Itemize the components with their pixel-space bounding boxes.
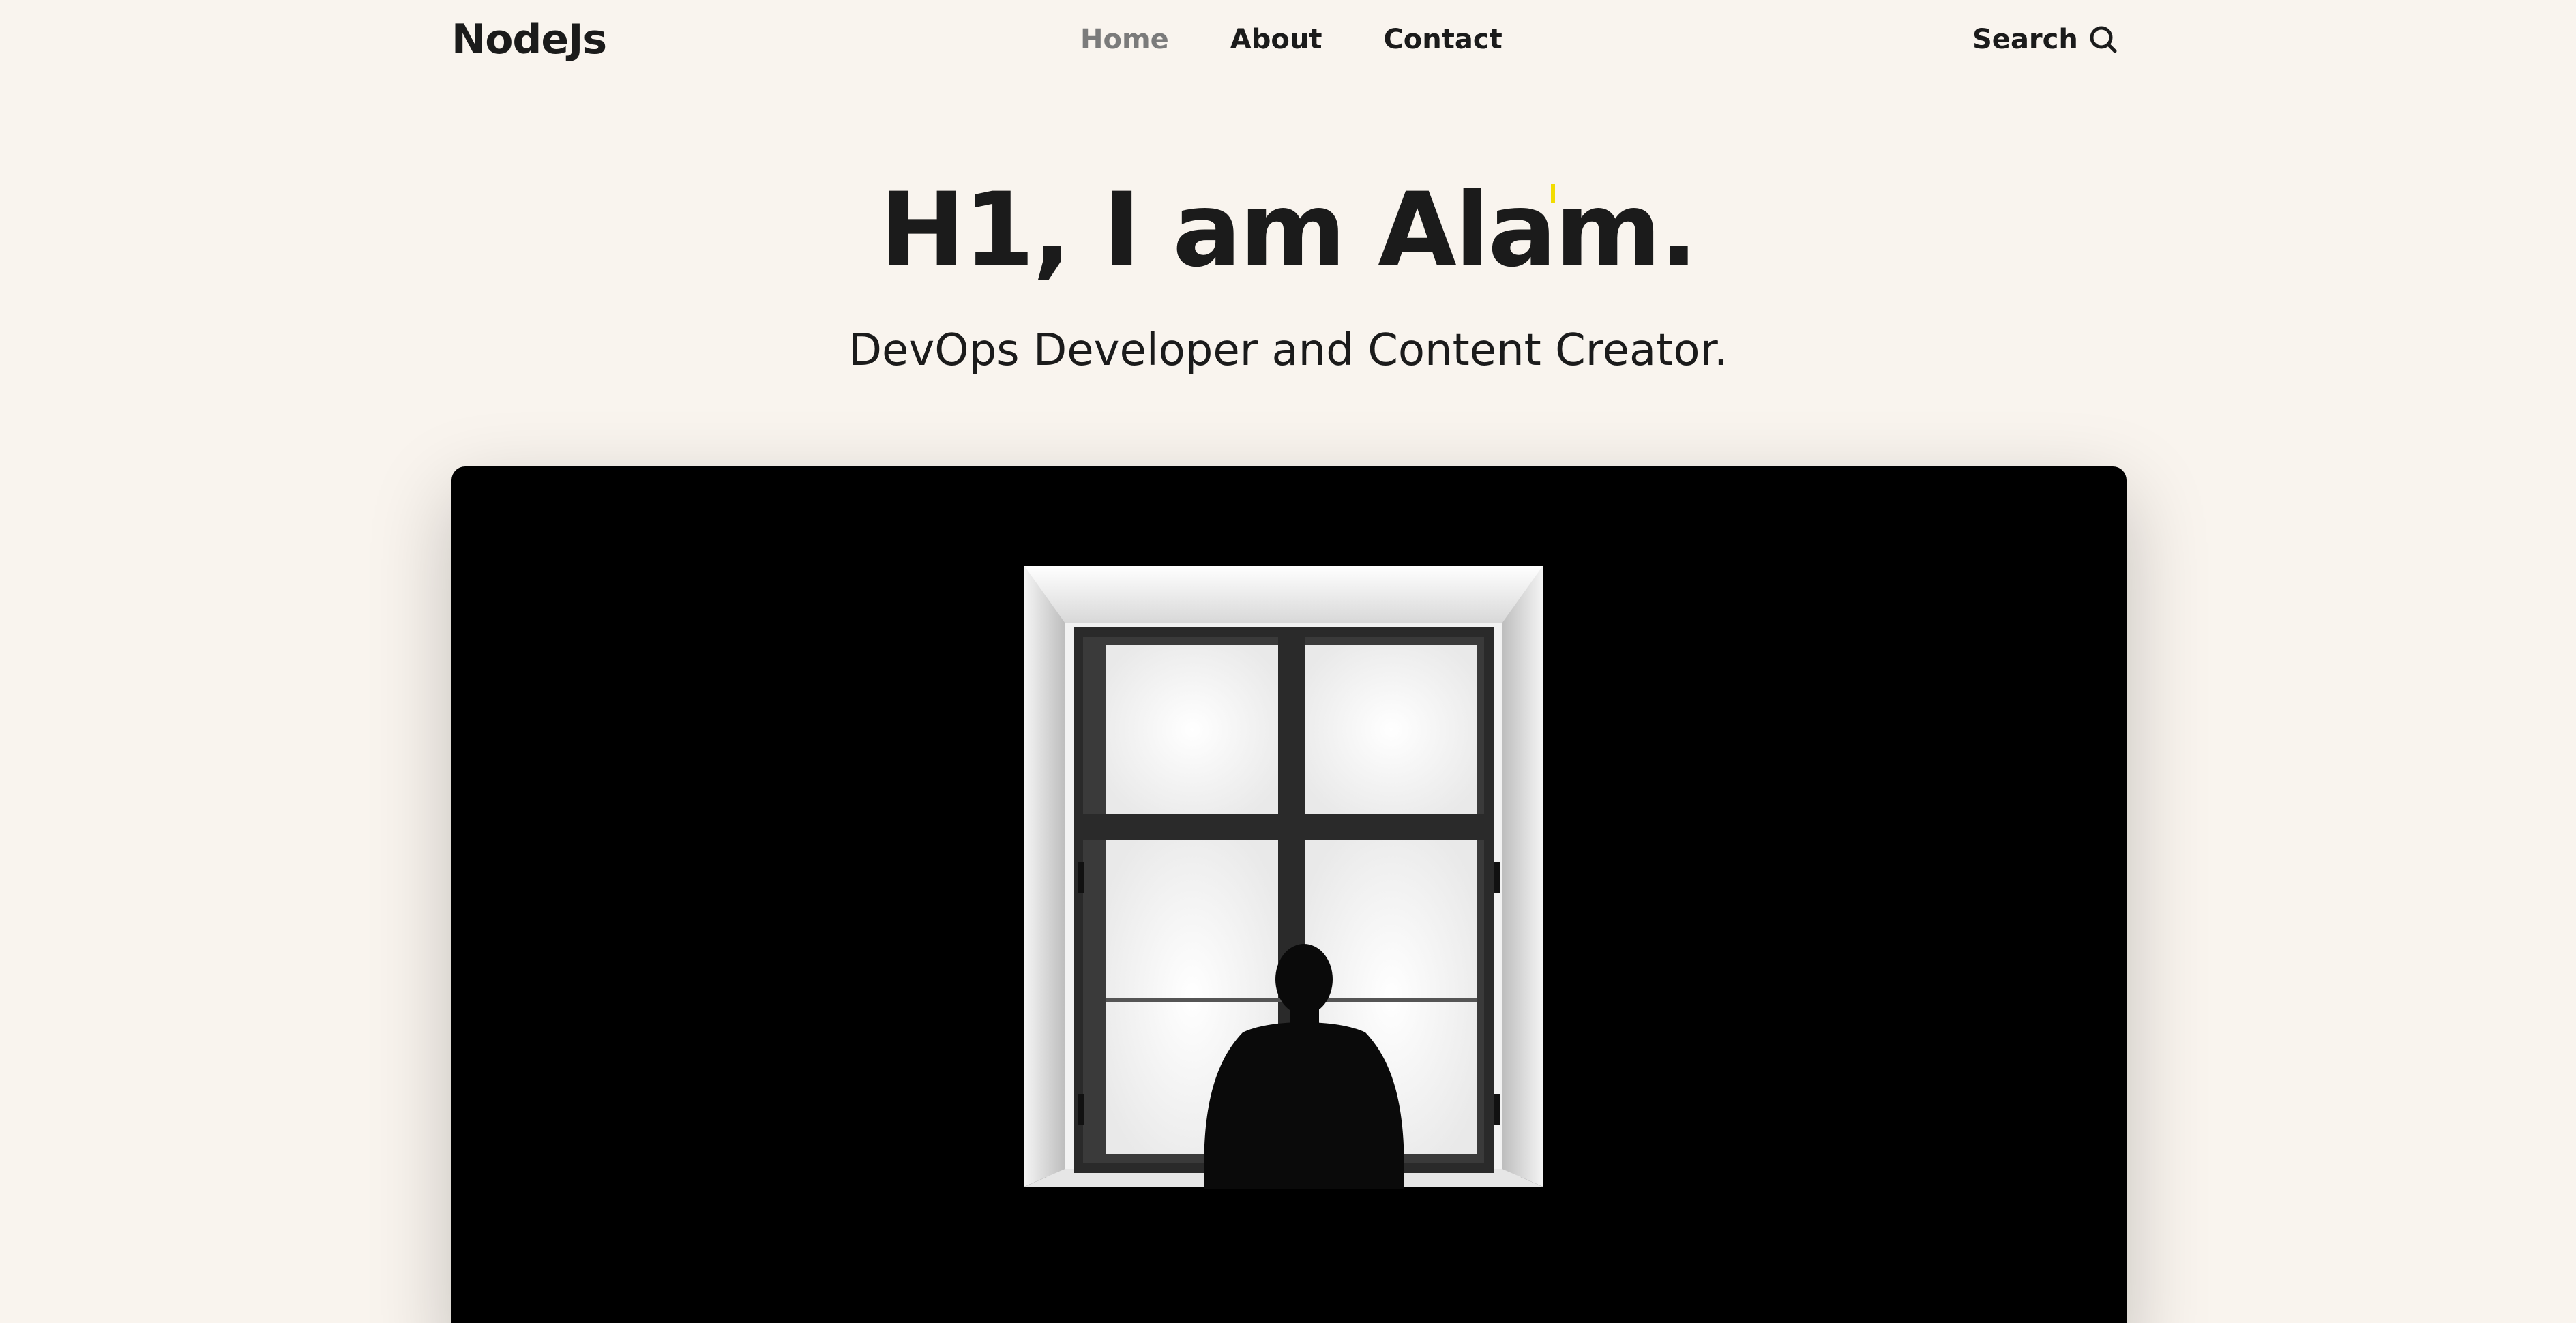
search-button[interactable]: Search — [1972, 18, 2119, 61]
main-nav: Home About Contact — [1080, 18, 1564, 61]
nav-item-about[interactable]: About — [1230, 18, 1322, 61]
site-logo[interactable]: NodeJs — [451, 12, 607, 67]
page: NodeJs Home About Contact Search H1, I a… — [0, 0, 2576, 1323]
search-icon — [2088, 24, 2119, 55]
site-header: NodeJs Home About Contact Search — [0, 0, 2576, 79]
nav-item-home[interactable]: Home — [1080, 18, 1169, 61]
nav-item-contact[interactable]: Contact — [1383, 18, 1502, 61]
search-label: Search — [1972, 24, 2078, 55]
hero-title: H1, I am Alam. — [880, 171, 1698, 290]
text-cursor-mark — [1551, 184, 1555, 203]
person-at-window-photo — [451, 566, 2127, 1323]
feature-image — [451, 466, 2127, 1323]
hero-subtitle: DevOps Developer and Content Creator. — [848, 325, 1728, 376]
